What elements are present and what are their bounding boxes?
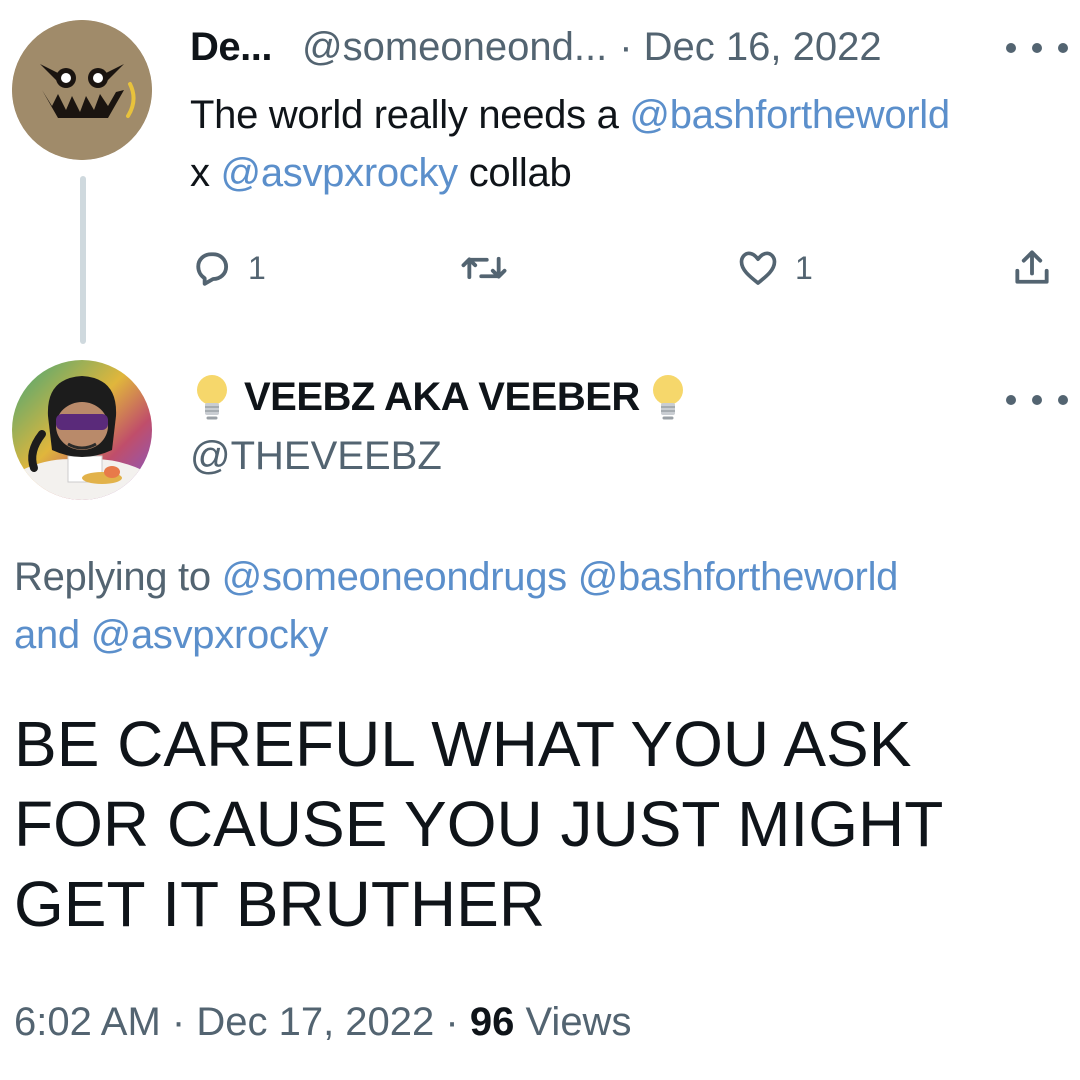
tweet-text-part: collab xyxy=(457,151,572,195)
separator-dot: · xyxy=(445,1000,470,1044)
reply-count: 1 xyxy=(248,249,266,286)
more-icon[interactable] xyxy=(1006,38,1068,58)
replying-prefix: Replying to xyxy=(14,555,222,599)
like-button[interactable]: 1 xyxy=(735,240,813,296)
mention-link[interactable]: @asvpxrocky xyxy=(221,151,459,195)
tweet-time[interactable]: 6:02 AM xyxy=(14,1000,161,1044)
author-name[interactable]: De... xyxy=(190,22,272,72)
share-button[interactable] xyxy=(1010,240,1054,296)
tweet-date[interactable]: Dec 17, 2022 xyxy=(196,1000,434,1044)
mention-link[interactable]: @asvpxrocky xyxy=(91,613,329,657)
retweet-button[interactable] xyxy=(460,240,508,296)
mention-link[interactable]: @bashfortheworld xyxy=(578,555,899,599)
tweet-actions: 1 1 xyxy=(190,240,1065,296)
tweet-text-part: The world really needs a xyxy=(190,93,630,137)
like-icon xyxy=(739,251,777,285)
avatar[interactable] xyxy=(12,20,152,160)
tweet-meta: 6:02 AM · Dec 17, 2022 · 96 Views xyxy=(14,996,631,1048)
tweet-text-part: x xyxy=(190,151,221,195)
reply-icon xyxy=(196,252,229,286)
tweet-header: De... @someoneond... · Dec 16, 2022 xyxy=(190,22,882,72)
lightbulb-icon xyxy=(197,375,227,420)
character-avatar-image xyxy=(22,376,142,500)
views-label: Views xyxy=(525,1000,632,1044)
monster-avatar-image xyxy=(12,20,152,160)
author-name[interactable]: VEEBZ AKA VEEBER xyxy=(244,375,640,420)
mention-link[interactable]: @someoneondrugs xyxy=(222,555,568,599)
more-icon[interactable] xyxy=(1006,390,1068,410)
reply-button[interactable]: 1 xyxy=(190,240,266,296)
avatar[interactable] xyxy=(12,360,152,500)
thread-line xyxy=(80,176,86,344)
replying-and[interactable]: and xyxy=(14,613,91,657)
replying-to: Replying to @someoneondrugs @bashforthew… xyxy=(14,548,1064,664)
retweet-icon xyxy=(461,256,507,280)
separator-dot: · xyxy=(171,1000,197,1044)
tweet-text: The world really needs a @bashfortheworl… xyxy=(190,86,1070,202)
author-handle[interactable]: @someoneond... xyxy=(302,22,607,72)
tweet-date[interactable]: · Dec 16, 2022 xyxy=(619,22,881,72)
tweet-text: BE CAREFUL WHAT YOU ASK FOR CAUSE YOU JU… xyxy=(14,708,943,940)
author-handle[interactable]: @THEVEEBZ xyxy=(190,430,442,482)
lightbulb-icon xyxy=(652,375,683,420)
mention-link[interactable]: @bashfortheworld xyxy=(629,93,950,137)
author-name-row: VEEBZ AKA VEEBER xyxy=(190,368,690,426)
share-icon xyxy=(1015,250,1049,284)
views-count[interactable]: 96 xyxy=(470,1000,515,1044)
like-count: 1 xyxy=(795,249,813,286)
